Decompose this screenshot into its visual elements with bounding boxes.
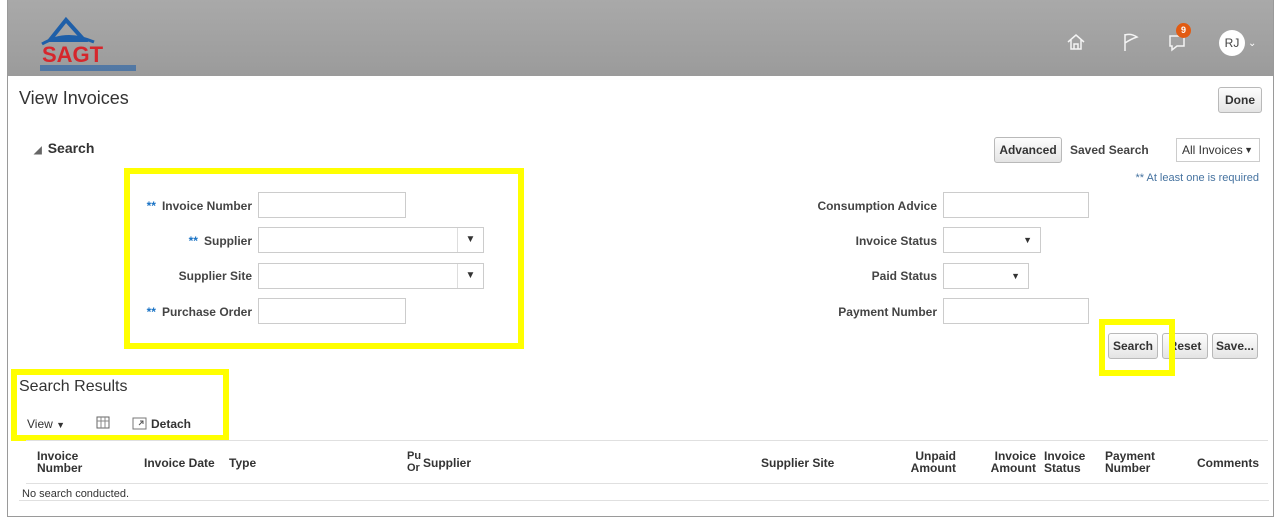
payment-number-input[interactable]	[943, 298, 1089, 324]
collapse-triangle-icon[interactable]: ◢	[34, 145, 42, 156]
col-invoice-number[interactable]: Invoice Number	[37, 450, 82, 474]
col-supplier[interactable]: Supplier	[423, 457, 471, 469]
search-section-header[interactable]: ◢ Search	[34, 140, 94, 156]
freeze-columns-icon[interactable]	[96, 415, 112, 431]
dropdown-arrow-icon: ▼	[1011, 271, 1020, 281]
done-button[interactable]: Done	[1218, 87, 1262, 113]
home-icon[interactable]	[1065, 31, 1087, 53]
detach-label: Detach	[151, 417, 192, 431]
dropdown-arrow-icon: ▼	[1023, 235, 1032, 245]
user-avatar[interactable]: RJ	[1219, 30, 1245, 56]
highlight-box-search-fields	[124, 168, 524, 349]
col-type[interactable]: Type	[229, 457, 256, 469]
results-table-header: Invoice Number Invoice Date Type Pu Or Sup…	[26, 440, 1268, 484]
col-unpaid-amount[interactable]: Unpaid Amount	[896, 450, 956, 474]
col-purchase-order[interactable]: Pu Or	[407, 450, 421, 474]
detach-button[interactable]: Detach	[132, 417, 191, 431]
save-button[interactable]: Save...	[1212, 333, 1258, 359]
view-menu[interactable]: View ▼	[27, 417, 65, 431]
table-bottom-divider	[19, 500, 1269, 501]
empty-results-message: No search conducted.	[22, 488, 130, 500]
chevron-down-icon[interactable]: ⌄	[1248, 38, 1256, 49]
col-invoice-date[interactable]: Invoice Date	[144, 457, 215, 469]
sagt-logo[interactable]: SAGT	[32, 12, 150, 72]
invoice-status-label: Invoice Status	[855, 234, 937, 248]
notification-count-badge: 9	[1176, 23, 1191, 38]
required-note: ** At least one is required	[1135, 172, 1259, 184]
paid-status-select[interactable]: ▼	[943, 263, 1029, 289]
detach-icon	[132, 417, 147, 430]
col-comments[interactable]: Comments	[1196, 457, 1259, 469]
search-heading: Search	[47, 140, 95, 156]
consumption-advice-input[interactable]	[943, 192, 1089, 218]
saved-search-label: Saved Search	[1070, 143, 1149, 157]
view-menu-label: View	[27, 417, 53, 431]
page-title: View Invoices	[19, 88, 129, 108]
saved-search-select[interactable]: All Invoices ▼	[1176, 138, 1260, 162]
favorites-flag-icon[interactable]	[1120, 31, 1142, 53]
chevron-down-icon: ▼	[56, 420, 66, 430]
col-supplier-site[interactable]: Supplier Site	[761, 457, 834, 469]
col-invoice-status[interactable]: Invoice Status	[1044, 450, 1085, 474]
invoice-status-select[interactable]: ▼	[943, 227, 1041, 253]
search-results-title: Search Results	[19, 378, 128, 395]
saved-search-value: All Invoices	[1182, 143, 1243, 157]
global-header: SAGT 9 RJ ⌄	[8, 0, 1273, 76]
col-invoice-amount[interactable]: Invoice Amount	[986, 450, 1036, 474]
payment-number-label: Payment Number	[838, 305, 937, 319]
advanced-button[interactable]: Advanced	[994, 137, 1062, 163]
app-frame: SAGT 9 RJ ⌄ View Invoices Done ◢ Search A…	[7, 0, 1274, 517]
dropdown-arrow-icon: ▼	[1244, 145, 1253, 155]
col-payment-number[interactable]: Payment Number	[1105, 450, 1155, 474]
paid-status-label: Paid Status	[871, 269, 937, 283]
svg-text:SAGT: SAGT	[42, 42, 104, 67]
consumption-advice-label: Consumption Advice	[817, 199, 937, 213]
highlight-box-search-button	[1099, 319, 1175, 376]
